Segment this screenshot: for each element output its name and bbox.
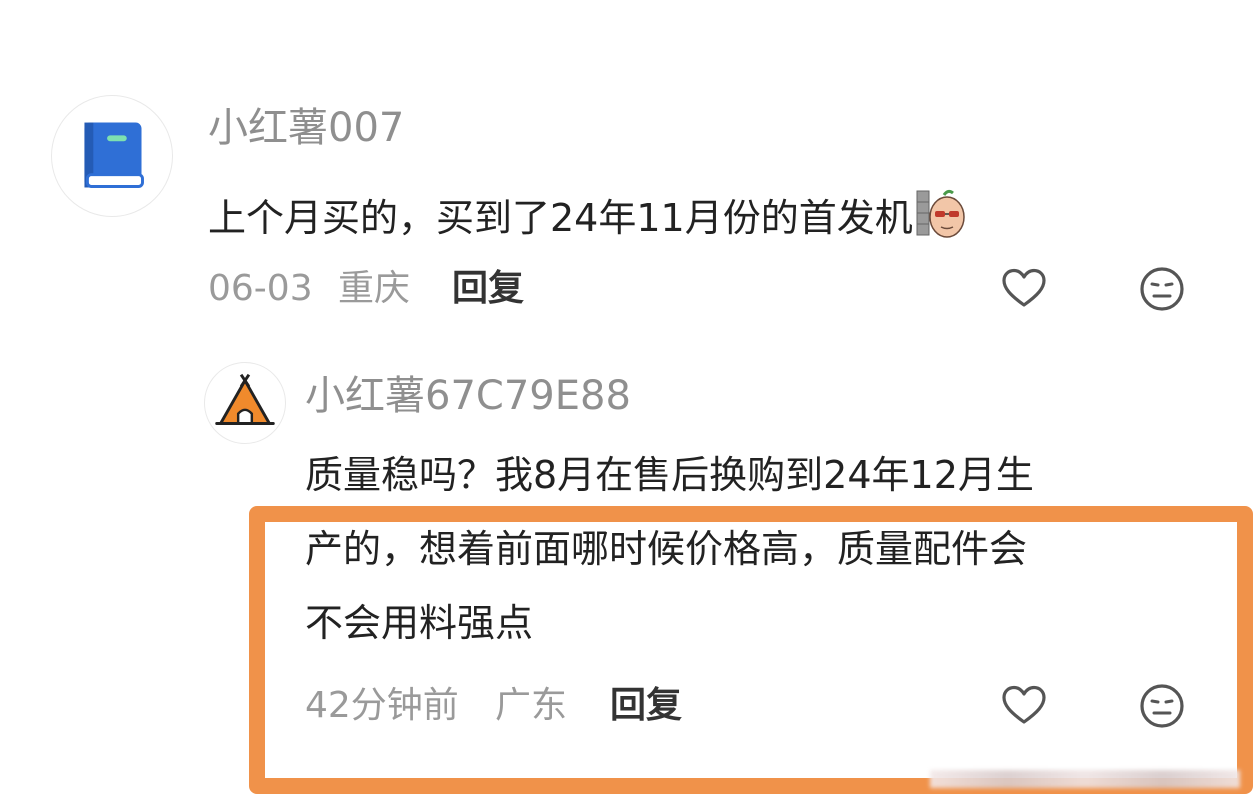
reply-button[interactable]: 回复 bbox=[452, 271, 524, 307]
highlight-box bbox=[249, 506, 1253, 794]
comment-text: 上个月买的，买到了24年11月份的首发机 bbox=[208, 187, 967, 239]
avatar[interactable] bbox=[204, 362, 286, 444]
meh-face-icon bbox=[1140, 267, 1184, 311]
tent-icon bbox=[215, 373, 275, 425]
username[interactable]: 小红薯007 bbox=[208, 108, 404, 148]
comment-thread: 小红薯007 上个月买的，买到了24年11月份的首发机 06-03 重庆 回复 bbox=[0, 0, 1256, 809]
blurred-watermark bbox=[930, 770, 1240, 788]
comment-location: 重庆 bbox=[338, 268, 411, 309]
sticker-icon bbox=[915, 187, 967, 239]
dislike-button[interactable] bbox=[1138, 265, 1186, 313]
like-button[interactable] bbox=[1000, 265, 1048, 313]
book-icon bbox=[84, 122, 144, 188]
avatar[interactable] bbox=[51, 95, 173, 217]
heart-icon bbox=[1002, 268, 1046, 307]
comment-text-body: 上个月买的，买到了24年11月份的首发机 bbox=[208, 196, 913, 240]
username[interactable]: 小红薯67C79E88 bbox=[305, 376, 631, 416]
comment-time: 06-03 bbox=[208, 268, 313, 309]
comment-line: 质量稳吗？我8月在售后换购到24年12月生 bbox=[305, 453, 1034, 497]
